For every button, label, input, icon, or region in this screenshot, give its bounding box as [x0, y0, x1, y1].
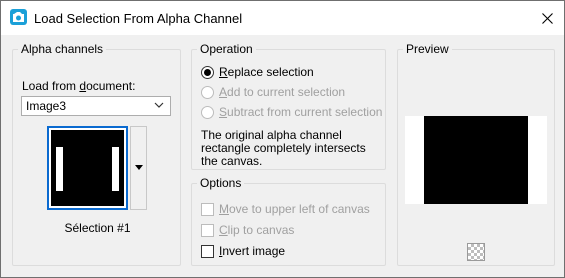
subtract-from-selection-radio[interactable]: Subtract from current selection — [201, 105, 382, 119]
document-select[interactable]: Image3 — [21, 96, 171, 116]
options-group: Options Move to upper left of canvas Cli… — [191, 176, 386, 266]
load-from-document-label: Load from document: — [22, 79, 136, 93]
channel-thumbnail[interactable] — [47, 126, 128, 210]
operation-description: The original alpha channel rectangle com… — [201, 128, 366, 168]
app-icon — [10, 9, 27, 25]
close-button[interactable] — [530, 1, 564, 35]
move-to-upper-left-checkbox[interactable]: Move to upper left of canvas — [201, 202, 370, 216]
checkbox-indicator — [201, 202, 214, 216]
dialog-window: Load Selection From Alpha Channel Alpha … — [0, 0, 565, 278]
channel-dropdown-button[interactable] — [130, 126, 147, 210]
document-select-value: Image3 — [26, 99, 67, 113]
add-to-selection-radio[interactable]: Add to current selection — [201, 85, 345, 99]
invert-image-checkbox[interactable]: Invert image — [201, 244, 285, 258]
operation-label: Operation — [197, 42, 256, 56]
options-label: Options — [197, 176, 245, 190]
transparency-toggle-icon[interactable] — [467, 243, 485, 261]
preview-group: Preview — [397, 42, 555, 266]
clip-to-canvas-checkbox[interactable]: Clip to canvas — [201, 223, 294, 237]
dropdown-arrow-icon — [135, 165, 143, 170]
channel-thumbnail-image — [51, 130, 124, 206]
radio-indicator — [201, 85, 214, 99]
chevron-down-icon — [154, 102, 164, 108]
close-icon — [541, 12, 553, 24]
channel-name: Sélection #1 — [64, 221, 131, 235]
window-title: Load Selection From Alpha Channel — [34, 11, 243, 26]
replace-selection-radio[interactable]: Replace selection — [201, 65, 314, 79]
radio-indicator — [201, 105, 214, 119]
checkbox-indicator — [201, 223, 214, 237]
checkbox-indicator — [201, 244, 214, 258]
alpha-channels-group: Alpha channels Load from document: Image… — [12, 42, 181, 266]
title-bar: Load Selection From Alpha Channel — [1, 1, 564, 35]
preview-image — [405, 116, 547, 204]
alpha-channels-label: Alpha channels — [18, 42, 107, 56]
preview-label: Preview — [403, 42, 452, 56]
radio-indicator — [201, 65, 214, 79]
operation-group: Operation Replace selection Add to curre… — [191, 42, 386, 170]
